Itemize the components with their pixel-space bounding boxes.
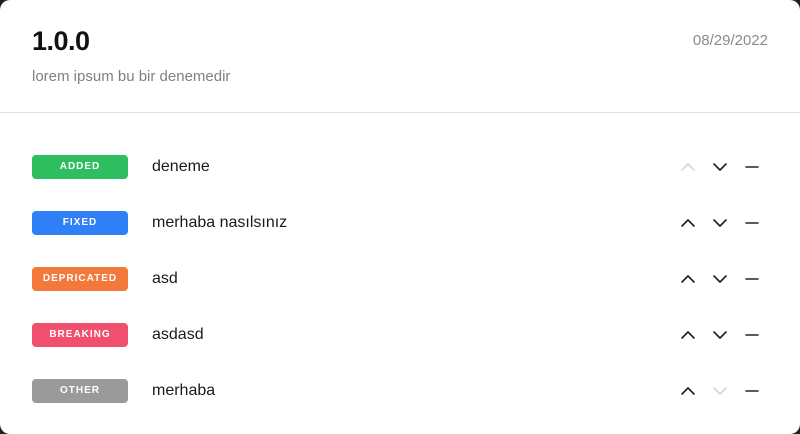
release-card: 1.0.0 lorem ipsum bu bir denemedir 08/29…: [0, 0, 800, 434]
remove-entry-button[interactable]: [742, 211, 762, 235]
minus-icon: [745, 334, 759, 336]
entry-row-2: DEPRICATED asd: [0, 267, 800, 323]
entry-row-0: ADDED deneme: [0, 155, 800, 211]
entry-text: deneme: [152, 158, 210, 175]
entry-text: merhaba nasılsınız: [152, 214, 288, 231]
entry-text: asd: [152, 270, 178, 287]
chevron-down-icon: [713, 163, 727, 171]
minus-icon: [745, 278, 759, 280]
type-badge-added[interactable]: ADDED: [32, 155, 128, 179]
type-badge-depricated[interactable]: DEPRICATED: [32, 267, 128, 291]
chevron-down-icon: [713, 275, 727, 283]
entry-row-3: BREAKING asdasd: [0, 323, 800, 379]
minus-icon: [745, 222, 759, 224]
move-down-button[interactable]: [710, 155, 730, 179]
chevron-up-icon: [681, 163, 695, 171]
move-up-button[interactable]: [678, 323, 698, 347]
move-down-button[interactable]: [710, 379, 730, 403]
chevron-up-icon: [681, 275, 695, 283]
move-up-button[interactable]: [678, 267, 698, 291]
chevron-up-icon: [681, 387, 695, 395]
minus-icon: [745, 390, 759, 392]
release-description: lorem ipsum bu bir denemedir: [32, 68, 231, 85]
type-badge-breaking[interactable]: BREAKING: [32, 323, 128, 347]
minus-icon: [745, 166, 759, 168]
chevron-up-icon: [681, 219, 695, 227]
remove-entry-button[interactable]: [742, 379, 762, 403]
move-up-button[interactable]: [678, 379, 698, 403]
release-version: 1.0.0: [32, 26, 90, 56]
entry-row-1: FIXED merhaba nasılsınız: [0, 211, 800, 267]
move-up-button[interactable]: [678, 211, 698, 235]
chevron-down-icon: [713, 219, 727, 227]
release-header: 1.0.0 lorem ipsum bu bir denemedir 08/29…: [0, 0, 800, 113]
entry-row-4: OTHER merhaba: [0, 379, 800, 434]
remove-entry-button[interactable]: [742, 323, 762, 347]
type-badge-other[interactable]: OTHER: [32, 379, 128, 403]
move-up-button[interactable]: [678, 155, 698, 179]
chevron-up-icon: [681, 331, 695, 339]
entry-text: merhaba: [152, 382, 216, 399]
remove-entry-button[interactable]: [742, 267, 762, 291]
entry-text: asdasd: [152, 326, 204, 343]
type-badge-fixed[interactable]: FIXED: [32, 211, 128, 235]
move-down-button[interactable]: [710, 323, 730, 347]
chevron-down-icon: [713, 387, 727, 395]
move-down-button[interactable]: [710, 267, 730, 291]
remove-entry-button[interactable]: [742, 155, 762, 179]
chevron-down-icon: [713, 331, 727, 339]
release-date: 08/29/2022: [692, 32, 768, 49]
move-down-button[interactable]: [710, 211, 730, 235]
